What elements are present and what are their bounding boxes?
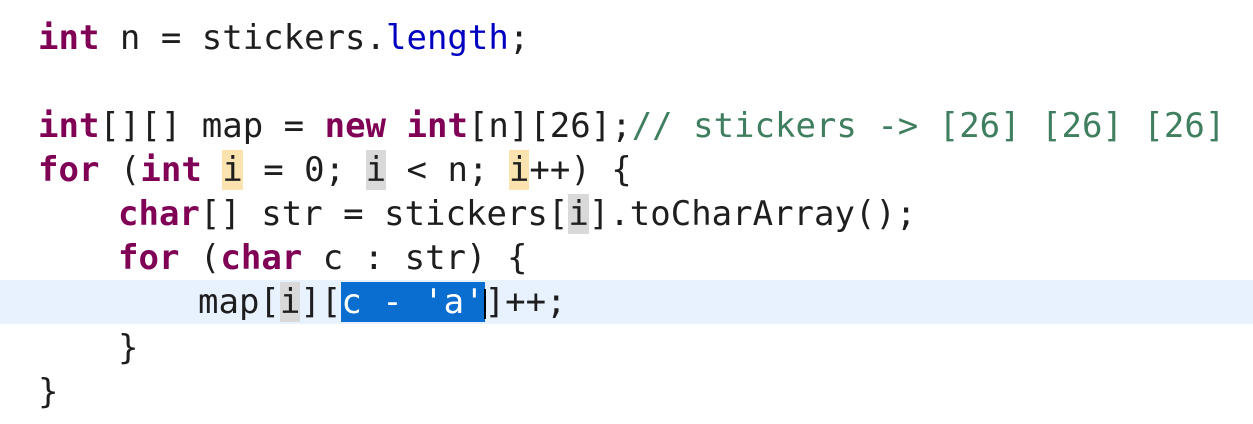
code-token: ].toCharArray();: [588, 194, 917, 234]
code-token: int: [38, 18, 100, 58]
code-token: i: [279, 282, 301, 322]
code-line-4[interactable]: for (int i = 0; i < n; i++) {: [0, 148, 1253, 192]
code-token: [][] map =: [99, 106, 325, 146]
code-token: [n][26];: [467, 106, 632, 146]
code-token: ;: [508, 18, 530, 58]
code-text: }: [38, 326, 138, 370]
code-text: for (int i = 0; i < n; i++) {: [38, 148, 632, 192]
code-token: c : str) {: [302, 238, 528, 278]
code-token: ]++;: [484, 282, 567, 322]
code-token: < n;: [386, 150, 509, 190]
code-line-7[interactable]: map[i][c - 'a']++;: [0, 280, 1253, 324]
code-token: }: [118, 328, 139, 368]
code-token: length: [386, 18, 509, 58]
code-text: for (char c : str) {: [38, 236, 527, 280]
code-text: }: [38, 370, 58, 414]
text-selection: c - 'a': [341, 282, 485, 322]
code-token: int: [140, 150, 202, 190]
code-token: int: [38, 106, 100, 146]
code-token: for: [118, 238, 180, 278]
code-token: char: [118, 194, 200, 234]
code-token: = 0;: [242, 150, 366, 190]
code-token: (: [99, 150, 141, 190]
code-token: map[: [198, 282, 280, 322]
code-token: i: [222, 150, 243, 190]
code-token: }: [38, 372, 59, 412]
code-token: ][: [300, 282, 342, 322]
code-token: char: [220, 238, 303, 278]
code-token: ++) {: [529, 150, 632, 190]
code-text: char[] str = stickers[i].toCharArray();: [38, 192, 916, 236]
code-line-5[interactable]: char[] str = stickers[i].toCharArray();: [0, 192, 1253, 236]
code-text: int n = stickers.length;: [38, 16, 529, 60]
code-token: i: [365, 150, 387, 190]
code-line-9[interactable]: }: [0, 370, 1253, 414]
code-line-3[interactable]: int[][] map = new int[n][26];// stickers…: [0, 104, 1253, 148]
code-line-8[interactable]: }: [0, 326, 1253, 370]
code-token: (: [179, 238, 221, 278]
code-text: map[i][c - 'a']++;: [38, 280, 567, 324]
code-token: for: [38, 150, 100, 190]
code-token: new: [324, 106, 387, 146]
code-token: [] str = stickers[: [199, 194, 569, 234]
code-token: i: [568, 194, 589, 234]
code-text: int[][] map = new int[n][26];// stickers…: [38, 104, 1225, 148]
code-line-6[interactable]: for (char c : str) {: [0, 236, 1253, 280]
code-editor[interactable]: int n = stickers.length; int[][] map = ne…: [0, 0, 1253, 424]
code-comment: // stickers -> [26] [26] [26]: [631, 106, 1226, 146]
code-line-2[interactable]: [0, 60, 1253, 104]
code-line-1[interactable]: int n = stickers.length;: [0, 16, 1253, 60]
code-token: n = stickers.: [99, 18, 386, 58]
code-token: int: [406, 106, 468, 146]
code-token: i: [508, 150, 530, 190]
